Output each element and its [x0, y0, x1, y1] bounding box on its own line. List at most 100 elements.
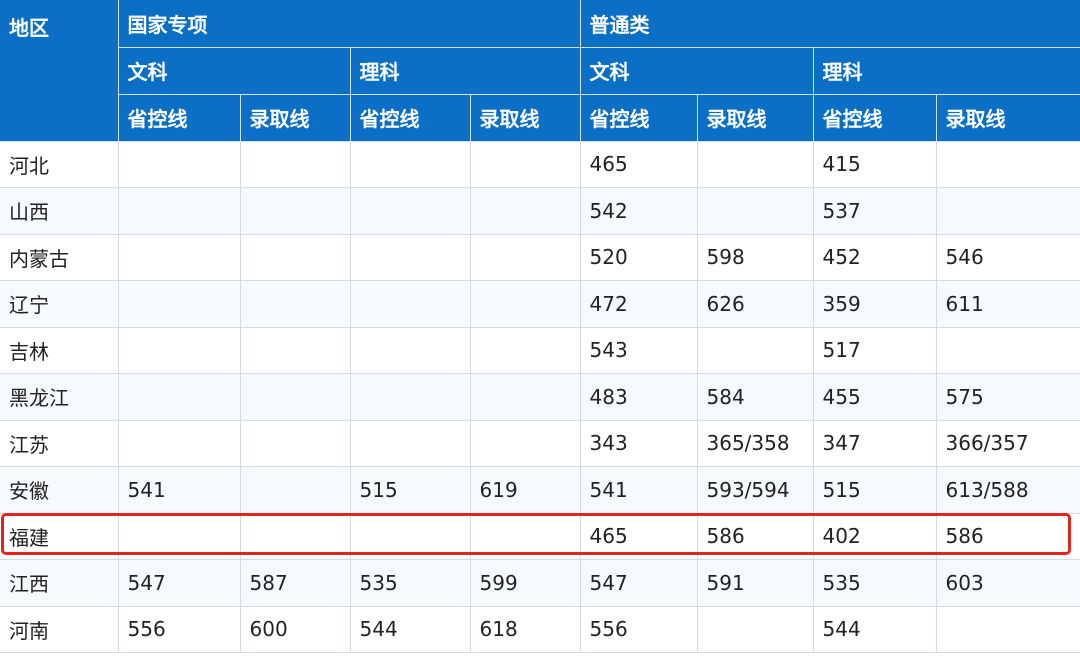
score-cell	[470, 234, 581, 281]
score-cell	[240, 466, 351, 514]
score-cell	[350, 373, 471, 421]
score-cell	[240, 141, 351, 188]
score-cell: 541	[118, 466, 241, 514]
score-cell	[350, 187, 471, 235]
score-cell: 587	[240, 559, 351, 607]
score-cell	[470, 187, 581, 235]
score-cell	[118, 373, 241, 421]
score-cell	[936, 141, 1080, 188]
score-cell	[470, 280, 581, 328]
score-cell	[240, 280, 351, 328]
score-cell	[350, 327, 471, 374]
score-cell: 591	[697, 559, 814, 607]
score-cell	[118, 513, 241, 560]
score-cell: 542	[580, 187, 698, 235]
admission-score-table: 地区 国家专项 普通类 文科 理科 文科 理科 省控线 录取线 省控线 录取线 …	[0, 0, 1080, 653]
score-cell	[350, 141, 471, 188]
score-cell	[470, 420, 581, 467]
score-cell: 415	[813, 141, 937, 188]
header-provincial-line: 省控线	[118, 94, 241, 142]
score-cell: 603	[936, 559, 1080, 607]
score-cell	[350, 234, 471, 281]
score-cell	[240, 327, 351, 374]
header-admission-line: 录取线	[240, 94, 351, 142]
score-cell	[470, 513, 581, 560]
header-national-special: 国家专项	[118, 0, 581, 48]
score-cell: 543	[580, 327, 698, 374]
region-cell: 江西	[0, 559, 119, 607]
score-cell: 593/594	[697, 466, 814, 514]
region-cell: 安徽	[0, 466, 119, 514]
score-cell: 598	[697, 234, 814, 281]
score-cell: 611	[936, 280, 1080, 328]
score-cell: 618	[470, 606, 581, 653]
table-row: 安徽 541 515 619 541 593/594 515 613/588	[0, 466, 1080, 514]
score-cell: 483	[580, 373, 698, 421]
score-cell: 535	[813, 559, 937, 607]
region-cell: 吉林	[0, 327, 119, 374]
score-cell: 347	[813, 420, 937, 467]
score-cell: 600	[240, 606, 351, 653]
score-cell: 599	[470, 559, 581, 607]
region-cell: 山西	[0, 187, 119, 235]
score-cell: 365/358	[697, 420, 814, 467]
score-cell: 544	[813, 606, 937, 653]
region-cell: 河北	[0, 141, 119, 188]
table-row: 黑龙江 483 584 455 575	[0, 373, 1080, 421]
score-cell	[350, 513, 471, 560]
header-national-science: 理科	[350, 47, 581, 95]
score-cell: 556	[580, 606, 698, 653]
table-row: 河北 465 415	[0, 141, 1080, 188]
score-cell: 575	[936, 373, 1080, 421]
header-admission-line: 录取线	[936, 94, 1080, 142]
score-cell	[118, 234, 241, 281]
region-cell: 福建	[0, 513, 119, 560]
score-cell	[118, 420, 241, 467]
header-general-science: 理科	[813, 47, 1080, 95]
header-national-arts: 文科	[118, 47, 351, 95]
score-cell	[697, 187, 814, 235]
score-cell: 366/357	[936, 420, 1080, 467]
score-cell: 517	[813, 327, 937, 374]
score-cell: 586	[936, 513, 1080, 560]
score-cell: 556	[118, 606, 241, 653]
region-cell: 黑龙江	[0, 373, 119, 421]
score-cell: 465	[580, 513, 698, 560]
score-cell: 452	[813, 234, 937, 281]
score-cell: 472	[580, 280, 698, 328]
score-cell: 515	[350, 466, 471, 514]
score-cell	[240, 513, 351, 560]
table-row: 江苏 343 365/358 347 366/357	[0, 420, 1080, 467]
score-cell: 465	[580, 141, 698, 188]
table-body: 河北 465 415 山西 542 537 内蒙古 520 598 452 54…	[0, 141, 1080, 653]
score-cell	[118, 187, 241, 235]
table-header: 地区 国家专项 普通类 文科 理科 文科 理科 省控线 录取线 省控线 录取线 …	[0, 0, 1080, 142]
score-cell	[240, 187, 351, 235]
table-row: 江西 547 587 535 599 547 591 535 603	[0, 559, 1080, 607]
region-cell: 河南	[0, 606, 119, 653]
score-cell	[936, 606, 1080, 653]
score-cell	[118, 280, 241, 328]
header-admission-line: 录取线	[470, 94, 581, 142]
score-cell: 544	[350, 606, 471, 653]
header-provincial-line: 省控线	[350, 94, 471, 142]
header-region: 地区	[0, 0, 119, 142]
header-provincial-line: 省控线	[580, 94, 698, 142]
score-cell	[350, 420, 471, 467]
score-cell: 546	[936, 234, 1080, 281]
score-cell: 515	[813, 466, 937, 514]
score-cell: 613/588	[936, 466, 1080, 514]
score-cell: 537	[813, 187, 937, 235]
score-cell	[240, 234, 351, 281]
score-cell	[118, 327, 241, 374]
score-cell	[118, 141, 241, 188]
header-provincial-line: 省控线	[813, 94, 937, 142]
header-general-arts: 文科	[580, 47, 814, 95]
header-admission-line: 录取线	[697, 94, 814, 142]
score-cell: 586	[697, 513, 814, 560]
score-cell: 626	[697, 280, 814, 328]
score-cell: 455	[813, 373, 937, 421]
score-cell: 584	[697, 373, 814, 421]
score-cell: 541	[580, 466, 698, 514]
score-cell	[470, 327, 581, 374]
